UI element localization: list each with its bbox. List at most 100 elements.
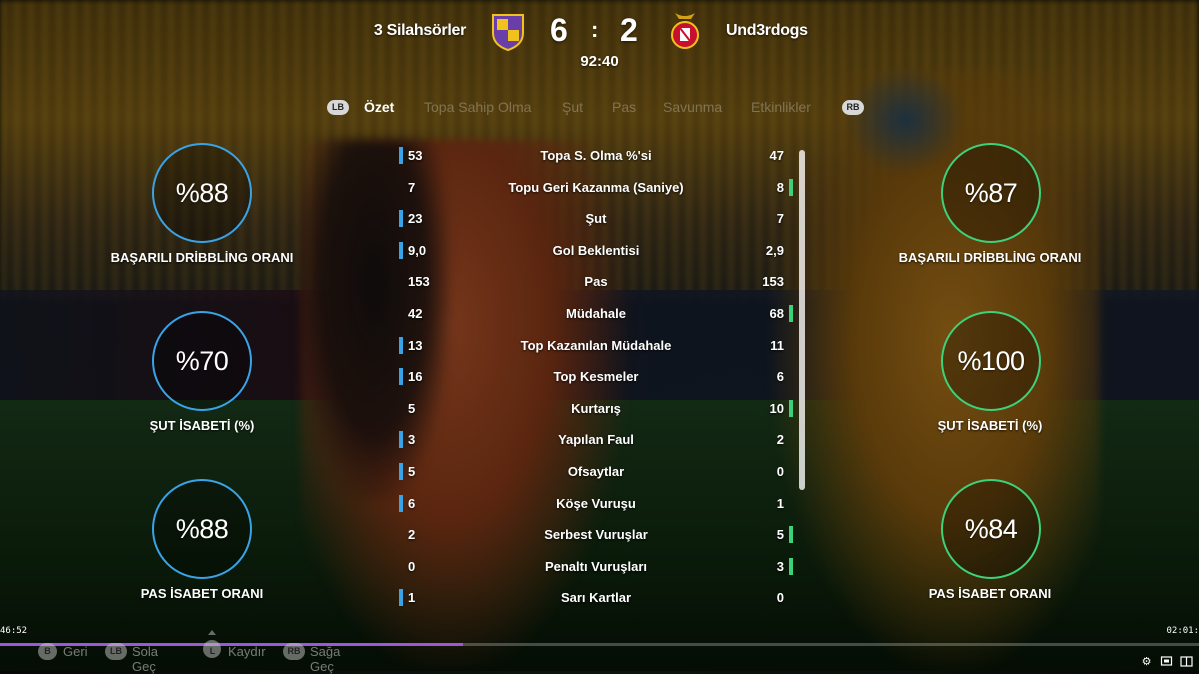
away-dribbling-value: %87 (964, 177, 1018, 208)
stat-name: Şut (585, 211, 607, 227)
stat-away-value: 0 (776, 464, 784, 479)
away-team-name: Und3rdogs (726, 22, 808, 39)
home-lead-indicator (399, 336, 403, 354)
switch-left-label[interactable]: Sola Geç (132, 644, 158, 674)
stat-name: Köşe Vuruşu (556, 495, 636, 511)
stat-away-value: 11 (770, 337, 784, 353)
home-dribbling-value: %88 (175, 177, 229, 208)
away-lead-indicator (789, 305, 793, 322)
lb-button-icon[interactable]: LB (327, 100, 349, 115)
stat-name: Topa S. Olma %'si (540, 148, 652, 163)
stat-name: Top Kesmeler (553, 369, 639, 385)
video-remaining-time: 02:01: (1166, 626, 1199, 636)
stat-home-value: 1 (408, 590, 416, 606)
stat-home-value: 0 (408, 558, 416, 574)
stat-row: 9,0 Gol Beklentisi 2,9 (396, 239, 806, 263)
tab-summary[interactable]: Özet (364, 99, 394, 115)
home-lead-indicator (399, 241, 403, 259)
home-lead-indicator (399, 589, 403, 607)
stat-away-value: 47 (769, 148, 784, 163)
stat-row: 13 Top Kazanılan Müdahale 11 (396, 334, 806, 358)
stat-home-value: 7 (408, 179, 416, 195)
cast-icon[interactable] (1160, 655, 1173, 668)
rb-button-icon[interactable]: RB (842, 100, 864, 115)
stat-away-value: 0 (776, 590, 784, 606)
stat-away-value: 2 (776, 432, 784, 448)
stat-home-value: 6 (408, 495, 416, 511)
stat-row: 3 Yapılan Faul 2 (396, 428, 806, 452)
away-team-crest-icon (671, 13, 699, 49)
stat-name: Top Kazanılan Müdahale (520, 337, 672, 353)
away-dribbling-ring: %87 (941, 143, 1041, 243)
stat-row: 5 Kurtarış 10 (396, 397, 806, 421)
stat-away-value: 1 (776, 495, 784, 511)
stat-away-value: 2,9 (765, 242, 784, 258)
stats-scrollbar[interactable] (799, 150, 805, 490)
score-separator: : (591, 17, 599, 42)
stat-home-value: 153 (408, 274, 430, 290)
home-lead-indicator (399, 210, 403, 228)
settings-icon[interactable]: ⚙ (1140, 655, 1153, 668)
stat-away-value: 5 (776, 527, 784, 543)
b-button-icon[interactable]: B (38, 643, 57, 660)
away-score: 2 (620, 12, 638, 48)
stat-name: Müdahale (566, 306, 626, 321)
stat-row: 0 Penaltı Vuruşları 3 (396, 555, 806, 579)
stat-row: 5 Ofsaytlar 0 (396, 460, 806, 484)
home-shot-accuracy-ring: %70 (152, 311, 252, 411)
away-shot-accuracy-ring: %100 (941, 311, 1041, 411)
home-pass-accuracy-label: PAS İSABET ORANI (140, 586, 264, 601)
tab-defending[interactable]: Savunma (663, 99, 722, 115)
away-lead-indicator (789, 526, 793, 544)
stat-name: Kurtarış (571, 400, 621, 416)
tab-events[interactable]: Etkinlikler (751, 99, 811, 115)
switch-right-label[interactable]: Sağa Geç (310, 644, 340, 674)
tab-passing[interactable]: Pas (612, 99, 636, 115)
home-shot-accuracy-value: %70 (175, 345, 229, 376)
tab-shooting[interactable]: Şut (562, 99, 583, 115)
stat-home-value: 2 (408, 527, 416, 543)
lb-hint-icon[interactable]: LB (105, 643, 127, 660)
stat-row: 16 Top Kesmeler 6 (396, 365, 806, 389)
home-team-crest-icon (492, 14, 524, 51)
home-shot-accuracy-label: ŞUT İSABETİ (%) (149, 418, 255, 433)
scroll-label[interactable]: Kaydır (228, 644, 266, 659)
home-dribbling-ring: %88 (152, 143, 252, 243)
away-lead-indicator (789, 557, 793, 575)
stat-home-value: 3 (408, 432, 416, 448)
stat-home-value: 5 (408, 400, 416, 416)
stat-away-value: 3 (776, 558, 784, 574)
scoreboard: 3 Silahsörler 6 : 2 Und3rdogs 92:40 (0, 8, 1199, 78)
match-clock: 92:40 (580, 53, 619, 70)
away-shot-accuracy-label: ŞUT İSABETİ (%) (937, 418, 1043, 433)
stat-home-value: 16 (408, 369, 423, 385)
theater-mode-icon[interactable] (1180, 655, 1193, 668)
tab-possession[interactable]: Topa Sahip Olma (424, 99, 531, 115)
stats-scroll-thumb[interactable] (799, 150, 805, 490)
home-pass-accuracy-value: %88 (175, 513, 229, 544)
home-lead-indicator (399, 494, 403, 512)
stat-row: 1 Sarı Kartlar 0 (396, 586, 806, 610)
stat-away-value: 6 (776, 369, 784, 385)
stat-row: 53 Topa S. Olma %'si 47 (396, 144, 806, 168)
home-lead-indicator (399, 431, 403, 449)
stat-home-value: 42 (408, 306, 423, 321)
rb-hint-icon[interactable]: RB (283, 643, 305, 660)
stat-home-value: 23 (408, 211, 423, 227)
stats-tab-bar: LB Özet Topa Sahip Olma Şut Pas Savunma … (0, 97, 1199, 121)
home-score: 6 (550, 12, 568, 48)
away-lead-indicator (789, 178, 793, 196)
home-pass-accuracy-ring: %88 (152, 479, 252, 579)
stat-away-value: 10 (769, 400, 784, 416)
stat-home-value: 13 (408, 337, 423, 353)
stat-row: 2 Serbest Vuruşlar 5 (396, 523, 806, 547)
video-progress-bar[interactable] (0, 643, 1199, 646)
home-lead-indicator (399, 368, 403, 386)
stat-row: 23 Şut 7 (396, 207, 806, 231)
stat-row: 153 Pas 153 (396, 270, 806, 294)
stat-name: Yapılan Faul (558, 432, 634, 448)
home-lead-indicator (399, 147, 403, 164)
stat-name: Serbest Vuruşlar (544, 527, 648, 543)
away-lead-indicator (789, 399, 793, 417)
back-label[interactable]: Geri (63, 644, 88, 659)
